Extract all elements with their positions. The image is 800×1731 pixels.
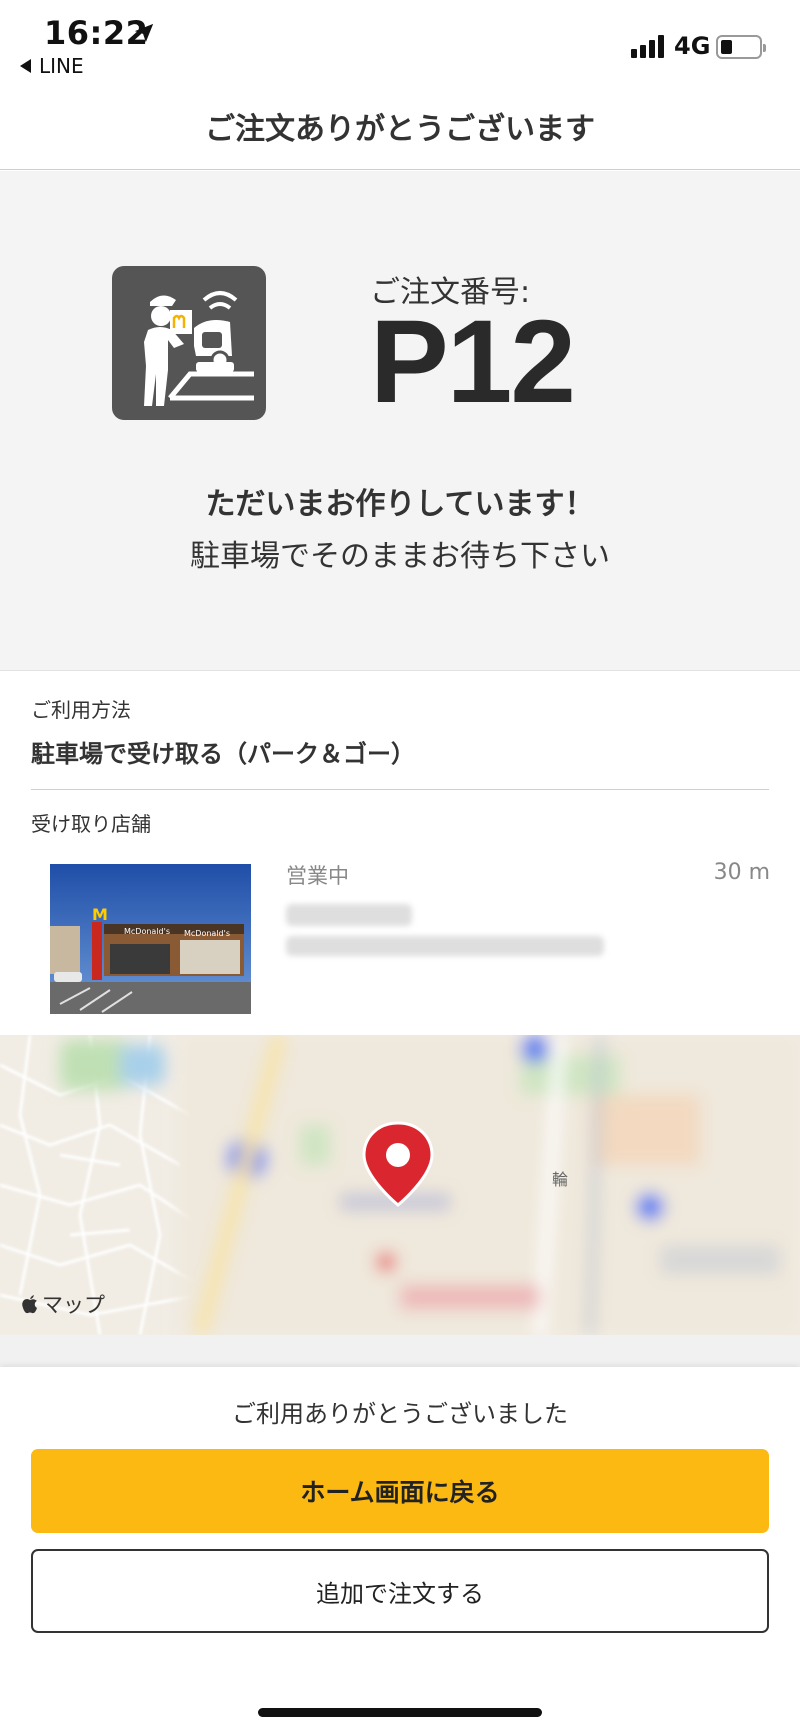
status-message: ただいまお作りしています！	[205, 487, 595, 522]
location-arrow-icon	[134, 23, 154, 43]
order-status-panel: ご注文番号: P12 ただいまお作りしています！ 駐車場でそのままお待ち下さい	[0, 171, 800, 671]
network-type: 4G	[674, 32, 711, 60]
status-bar: 16:22 LINE 4G	[0, 0, 800, 86]
usage-method-label: ご利用方法	[31, 698, 131, 722]
svg-text:輪: 輪	[552, 1170, 568, 1189]
store-map[interactable]: 輪 マップ	[0, 1035, 800, 1335]
store-name-blurred	[286, 904, 412, 926]
page-title: ご注文ありがとうございます	[205, 112, 595, 147]
thanks-message: ご利用ありがとうございました	[232, 1400, 568, 1428]
usage-method-value: 駐車場で受け取る（パーク＆ゴー）	[31, 740, 415, 768]
battery-icon	[716, 35, 766, 59]
store-distance: 30 m	[713, 860, 770, 885]
store-open-status: 営業中	[286, 864, 349, 888]
svg-text:McDonald's: McDonald's	[184, 929, 230, 938]
cellular-signal-icon	[631, 34, 664, 58]
store-photo: M McDonald's McDonald's	[50, 864, 251, 1014]
section-separator	[0, 1335, 800, 1367]
apple-logo-icon	[22, 1295, 37, 1314]
bottom-action-sheet: ご利用ありがとうございました ホーム画面に戻る 追加で注文する	[0, 1367, 800, 1731]
pickup-store-label: 受け取り店舗	[31, 812, 151, 836]
back-triangle-icon	[20, 59, 31, 73]
map-attribution: マップ	[20, 1289, 105, 1319]
back-to-app-link[interactable]: LINE	[20, 54, 84, 78]
back-app-label: LINE	[39, 54, 84, 78]
back-to-home-button[interactable]: ホーム画面に戻る	[31, 1449, 769, 1533]
park-and-go-icon	[112, 266, 266, 420]
svg-text:McDonald's: McDonald's	[124, 927, 170, 936]
home-indicator[interactable]	[258, 1708, 542, 1717]
nav-header: ご注文ありがとうございます	[0, 86, 800, 170]
divider	[31, 789, 769, 790]
order-number: P12	[370, 296, 576, 428]
svg-text:M: M	[92, 905, 108, 924]
add-order-button[interactable]: 追加で注文する	[31, 1549, 769, 1633]
status-sub-message: 駐車場でそのままお待ち下さい	[190, 539, 610, 574]
store-address-blurred	[286, 936, 604, 956]
